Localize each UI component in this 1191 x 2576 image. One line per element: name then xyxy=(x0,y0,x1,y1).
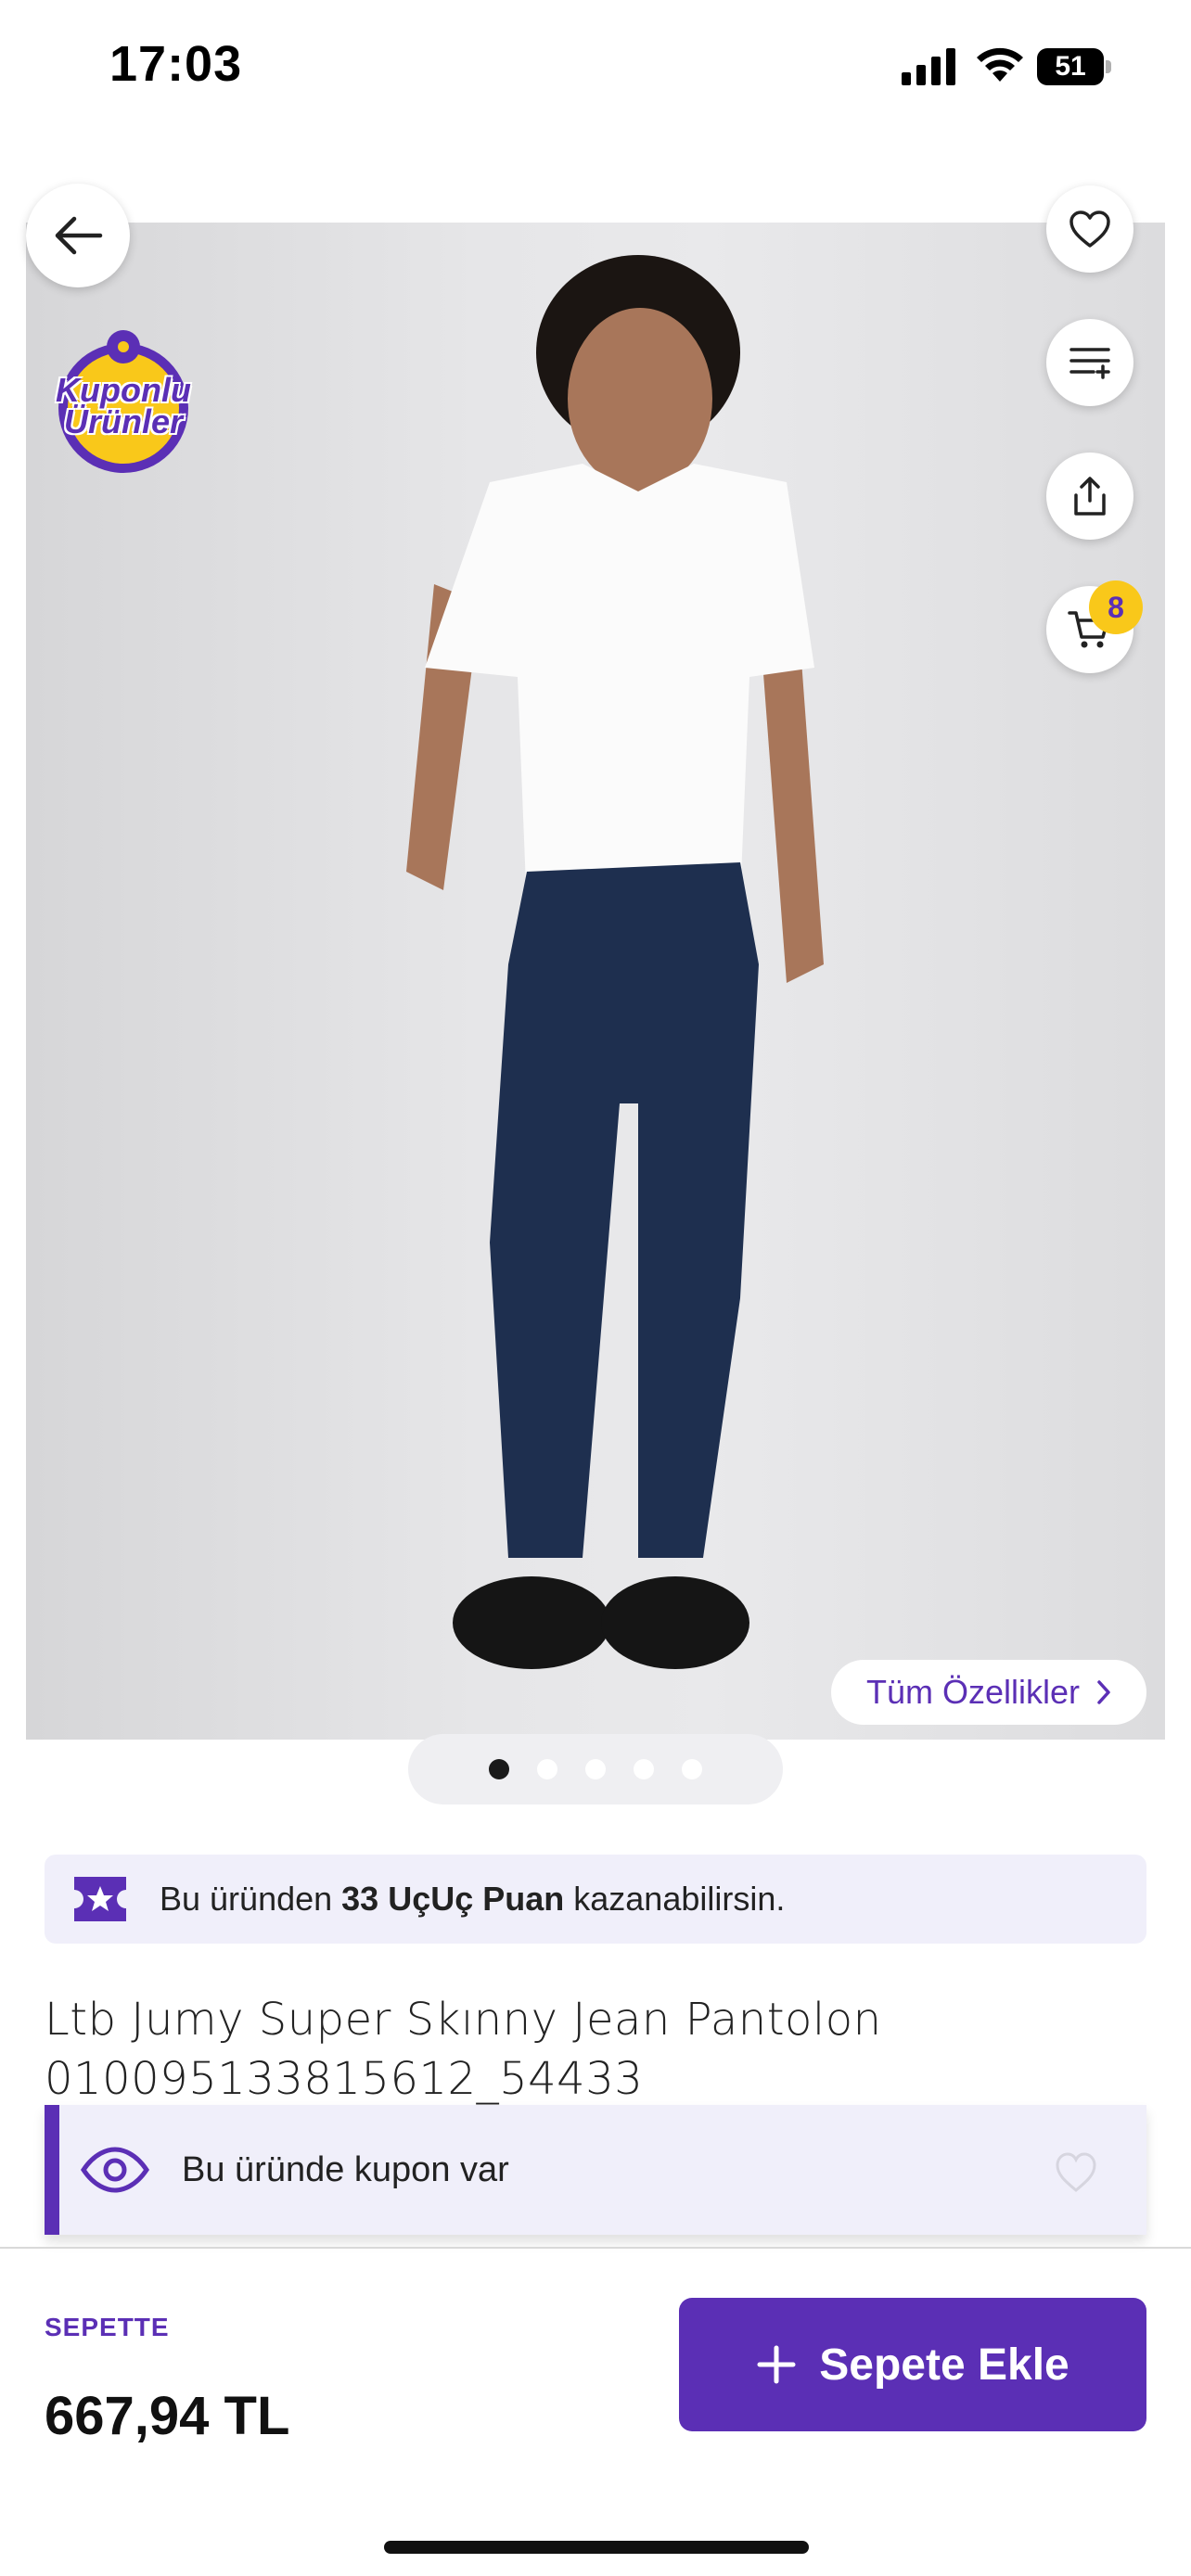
price-label: SEPETTE xyxy=(45,2313,170,2341)
cart-count-badge: 8 xyxy=(1089,580,1143,634)
chevron-right-icon xyxy=(1097,1680,1110,1704)
coupon-notice[interactable]: Bu üründe kupon var xyxy=(45,2105,1146,2235)
bottom-bar-divider xyxy=(0,2247,1191,2249)
product-image[interactable] xyxy=(26,223,1165,1740)
page-dot-1[interactable] xyxy=(489,1759,509,1779)
all-features-button[interactable]: Tüm Özellikler xyxy=(831,1660,1146,1725)
battery-indicator: 51 xyxy=(1037,48,1113,85)
status-time: 17:03 xyxy=(109,36,243,92)
page-dot-2[interactable] xyxy=(537,1759,557,1779)
share-button[interactable] xyxy=(1046,453,1133,540)
product-title: Ltb Jumy Super Skınny Jean Pantolon xyxy=(45,1994,882,2046)
add-to-cart-button[interactable]: Sepete Ekle xyxy=(679,2298,1146,2431)
page-dot-3[interactable] xyxy=(585,1759,606,1779)
share-icon xyxy=(1074,477,1106,516)
back-button[interactable] xyxy=(26,184,130,287)
favorite-button[interactable] xyxy=(1046,185,1133,273)
wifi-icon xyxy=(977,47,1023,82)
add-to-cart-label: Sepete Ekle xyxy=(819,2340,1069,2390)
image-pagination[interactable] xyxy=(408,1734,783,1804)
arrow-left-icon xyxy=(55,216,103,255)
all-features-label: Tüm Özellikler xyxy=(865,1673,1081,1711)
points-text: Bu üründen 33 UçUç Puan kazanabilirsin. xyxy=(160,1880,786,1918)
battery-level: 51 xyxy=(1055,51,1086,82)
coupon-products-badge[interactable]: Kuponlu Ürünler xyxy=(54,326,193,475)
cellular-signal-icon xyxy=(902,48,955,85)
points-banner: Bu üründen 33 UçUç Puan kazanabilirsin. xyxy=(45,1855,1146,1944)
heart-icon xyxy=(1069,210,1110,248)
coupon-notice-text: Bu üründe kupon var xyxy=(182,2149,509,2189)
home-indicator[interactable] xyxy=(384,2541,809,2554)
page-dot-5[interactable] xyxy=(682,1759,702,1779)
page-dot-4[interactable] xyxy=(634,1759,654,1779)
plus-icon xyxy=(757,2345,796,2384)
model-figure xyxy=(406,255,824,1669)
price-value: 667,94 TL xyxy=(45,2386,290,2446)
ticket-star-icon xyxy=(74,1877,126,1921)
add-to-list-button[interactable] xyxy=(1046,319,1133,406)
product-code: 010095133815612_54433 xyxy=(45,2053,644,2105)
faded-heart-icon xyxy=(1056,2152,1096,2192)
filter-list-icon xyxy=(1069,348,1110,379)
eye-icon xyxy=(80,2147,150,2193)
